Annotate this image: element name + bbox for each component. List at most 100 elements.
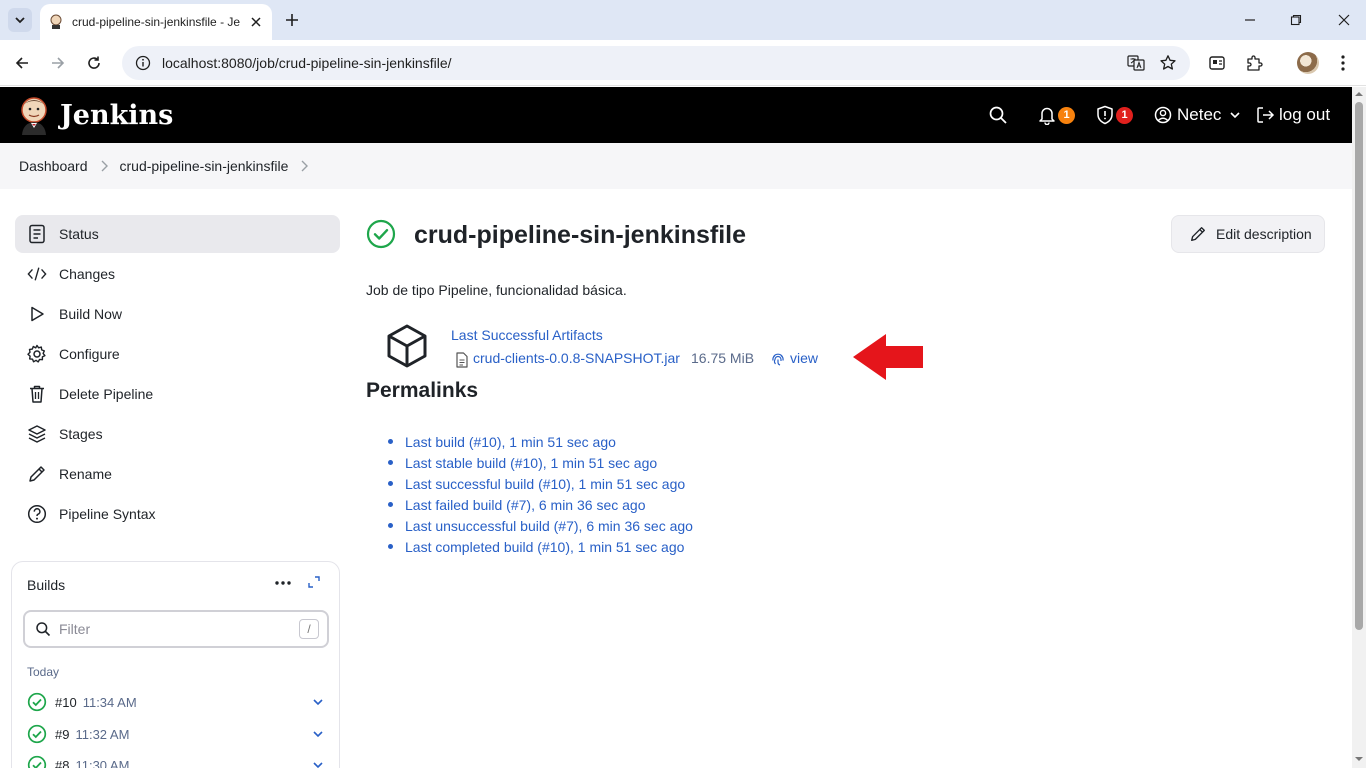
address-bar[interactable]: localhost:8080/job/crud-pipeline-sin-jen…	[122, 46, 1190, 80]
red-arrow-annotation-icon	[853, 334, 923, 380]
tab-search-button[interactable]	[8, 8, 32, 32]
close-icon	[1338, 14, 1350, 26]
breadcrumb-menu-chevron-icon[interactable]	[300, 160, 309, 172]
list-item: Last unsuccessful build (#7), 6 min 36 s…	[388, 515, 693, 536]
sidebar-item-build-now[interactable]: Build Now	[15, 295, 340, 333]
sidebar-item-stages[interactable]: Stages	[15, 415, 340, 453]
logout-link[interactable]: log out	[1256, 103, 1330, 127]
forward-button[interactable]	[46, 51, 70, 75]
profile-avatar[interactable]	[1297, 52, 1319, 74]
sidebar-item-pipeline-syntax[interactable]: Pipeline Syntax	[15, 495, 340, 533]
permalink-last-unsuccessful-build[interactable]: Last unsuccessful build (#7), 6 min 36 s…	[405, 518, 693, 534]
permalink-last-failed-build[interactable]: Last failed build (#7), 6 min 36 sec ago	[405, 497, 645, 513]
sidebar-item-status[interactable]: Status	[15, 215, 340, 253]
list-item: Last build (#10), 1 min 51 sec ago	[388, 431, 693, 452]
scroll-thumb[interactable]	[1355, 102, 1363, 630]
tab-close-button[interactable]	[248, 14, 264, 30]
pencil-icon	[27, 464, 47, 484]
user-icon	[1154, 106, 1172, 124]
sidebar-item-changes[interactable]: Changes	[15, 255, 340, 293]
permalinks-list: Last build (#10), 1 min 51 sec ago Last …	[388, 431, 693, 557]
builds-group-label: Today	[27, 665, 60, 679]
sidebar-item-label: Delete Pipeline	[59, 386, 154, 402]
security-button[interactable]: 1	[1096, 103, 1133, 127]
sidebar-item-label: Pipeline Syntax	[59, 506, 156, 522]
browser-menu-icon[interactable]	[1332, 52, 1354, 74]
filter-shortcut-key: /	[299, 619, 319, 639]
artifact-file-link[interactable]: crud-clients-0.0.8-SNAPSHOT.jar	[473, 350, 680, 366]
new-tab-button[interactable]	[282, 10, 302, 30]
file-icon	[456, 352, 468, 368]
build-number[interactable]: #8	[55, 758, 69, 768]
restore-button[interactable]	[1286, 10, 1306, 30]
builds-filter-input[interactable]	[59, 621, 289, 637]
scroll-down-icon[interactable]	[1355, 755, 1363, 763]
browser-tab[interactable]: crud-pipeline-sin-jenkinsfile - Je	[40, 4, 272, 40]
reload-button[interactable]	[82, 51, 106, 75]
page-scrollbar[interactable]	[1352, 87, 1366, 768]
build-time: 11:30 AM	[75, 757, 130, 768]
edit-description-button[interactable]: Edit description	[1171, 215, 1325, 253]
build-row[interactable]: #10 11:34 AM	[27, 690, 325, 714]
chevron-down-icon[interactable]	[311, 695, 325, 709]
builds-filter[interactable]: /	[23, 610, 329, 648]
restore-icon	[1290, 14, 1302, 26]
sidebar-item-label: Rename	[59, 466, 112, 482]
search-icon	[989, 106, 1007, 124]
edit-description-label: Edit description	[1216, 226, 1312, 242]
minimize-icon	[1245, 19, 1255, 21]
sidebar-item-label: Build Now	[59, 306, 123, 322]
breadcrumb-dashboard[interactable]: Dashboard	[19, 158, 88, 174]
site-info-icon[interactable]	[134, 54, 152, 72]
permalink-last-build[interactable]: Last build (#10), 1 min 51 sec ago	[405, 434, 616, 450]
permalink-last-successful-build[interactable]: Last successful build (#10), 1 min 51 se…	[405, 476, 685, 492]
breadcrumb-job[interactable]: crud-pipeline-sin-jenkinsfile	[120, 158, 289, 174]
more-horizontal-icon	[275, 581, 291, 585]
builds-more-button[interactable]	[274, 574, 292, 592]
search-icon	[36, 622, 51, 637]
extensions-puzzle-icon[interactable]	[1243, 52, 1265, 74]
security-badge: 1	[1116, 106, 1133, 124]
user-name: Netec	[1177, 105, 1222, 124]
help-icon	[27, 504, 47, 524]
build-number[interactable]: #10	[55, 695, 77, 710]
sidebar-item-label: Changes	[59, 266, 116, 282]
last-successful-artifacts-link[interactable]: Last Successful Artifacts	[451, 327, 603, 343]
fingerprint-icon[interactable]	[770, 351, 786, 367]
permalink-last-completed-build[interactable]: Last completed build (#10), 1 min 51 sec…	[405, 539, 684, 555]
sidebar-item-rename[interactable]: Rename	[15, 455, 340, 493]
jenkins-favicon-icon	[50, 14, 62, 29]
minimize-button[interactable]	[1240, 10, 1260, 30]
url-text: localhost:8080/job/crud-pipeline-sin-jen…	[162, 55, 452, 71]
translate-icon[interactable]	[1126, 54, 1146, 72]
build-row[interactable]: #8 11:30 AM	[27, 753, 325, 768]
chevron-down-icon[interactable]	[311, 758, 325, 768]
user-menu[interactable]: Netec	[1154, 103, 1241, 127]
jenkins-home-link[interactable]: Jenkins	[18, 95, 173, 135]
sidebar-item-delete-pipeline[interactable]: Delete Pipeline	[15, 375, 340, 413]
notifications-button[interactable]: 1	[1038, 103, 1075, 127]
builds-expand-button[interactable]	[306, 574, 322, 590]
build-row[interactable]: #9 11:32 AM	[27, 722, 325, 746]
chevron-right-icon	[100, 160, 108, 172]
breadcrumb: Dashboard crud-pipeline-sin-jenkinsfile	[0, 143, 1352, 189]
jenkins-brand: Jenkins	[60, 99, 174, 131]
bell-icon	[1039, 107, 1055, 125]
extension-icon[interactable]	[1206, 52, 1228, 74]
sidebar-item-label: Configure	[59, 346, 120, 362]
sidebar-item-configure[interactable]: Configure	[15, 335, 340, 373]
back-button[interactable]	[10, 51, 34, 75]
sidebar-item-label: Stages	[59, 426, 103, 442]
list-item: Last stable build (#10), 1 min 51 sec ag…	[388, 452, 693, 473]
artifact-view-link[interactable]: view	[790, 350, 818, 366]
bookmark-star-icon[interactable]	[1158, 54, 1178, 72]
list-item: Last failed build (#7), 6 min 36 sec ago	[388, 494, 693, 515]
chevron-down-icon[interactable]	[311, 727, 325, 741]
permalink-last-stable-build[interactable]: Last stable build (#10), 1 min 51 sec ag…	[405, 455, 657, 471]
build-number[interactable]: #9	[55, 727, 69, 742]
search-button[interactable]	[988, 103, 1008, 127]
arrow-right-icon	[52, 57, 65, 69]
close-window-button[interactable]	[1334, 10, 1354, 30]
chevron-down-icon	[1230, 112, 1240, 119]
scroll-up-icon[interactable]	[1355, 90, 1363, 98]
